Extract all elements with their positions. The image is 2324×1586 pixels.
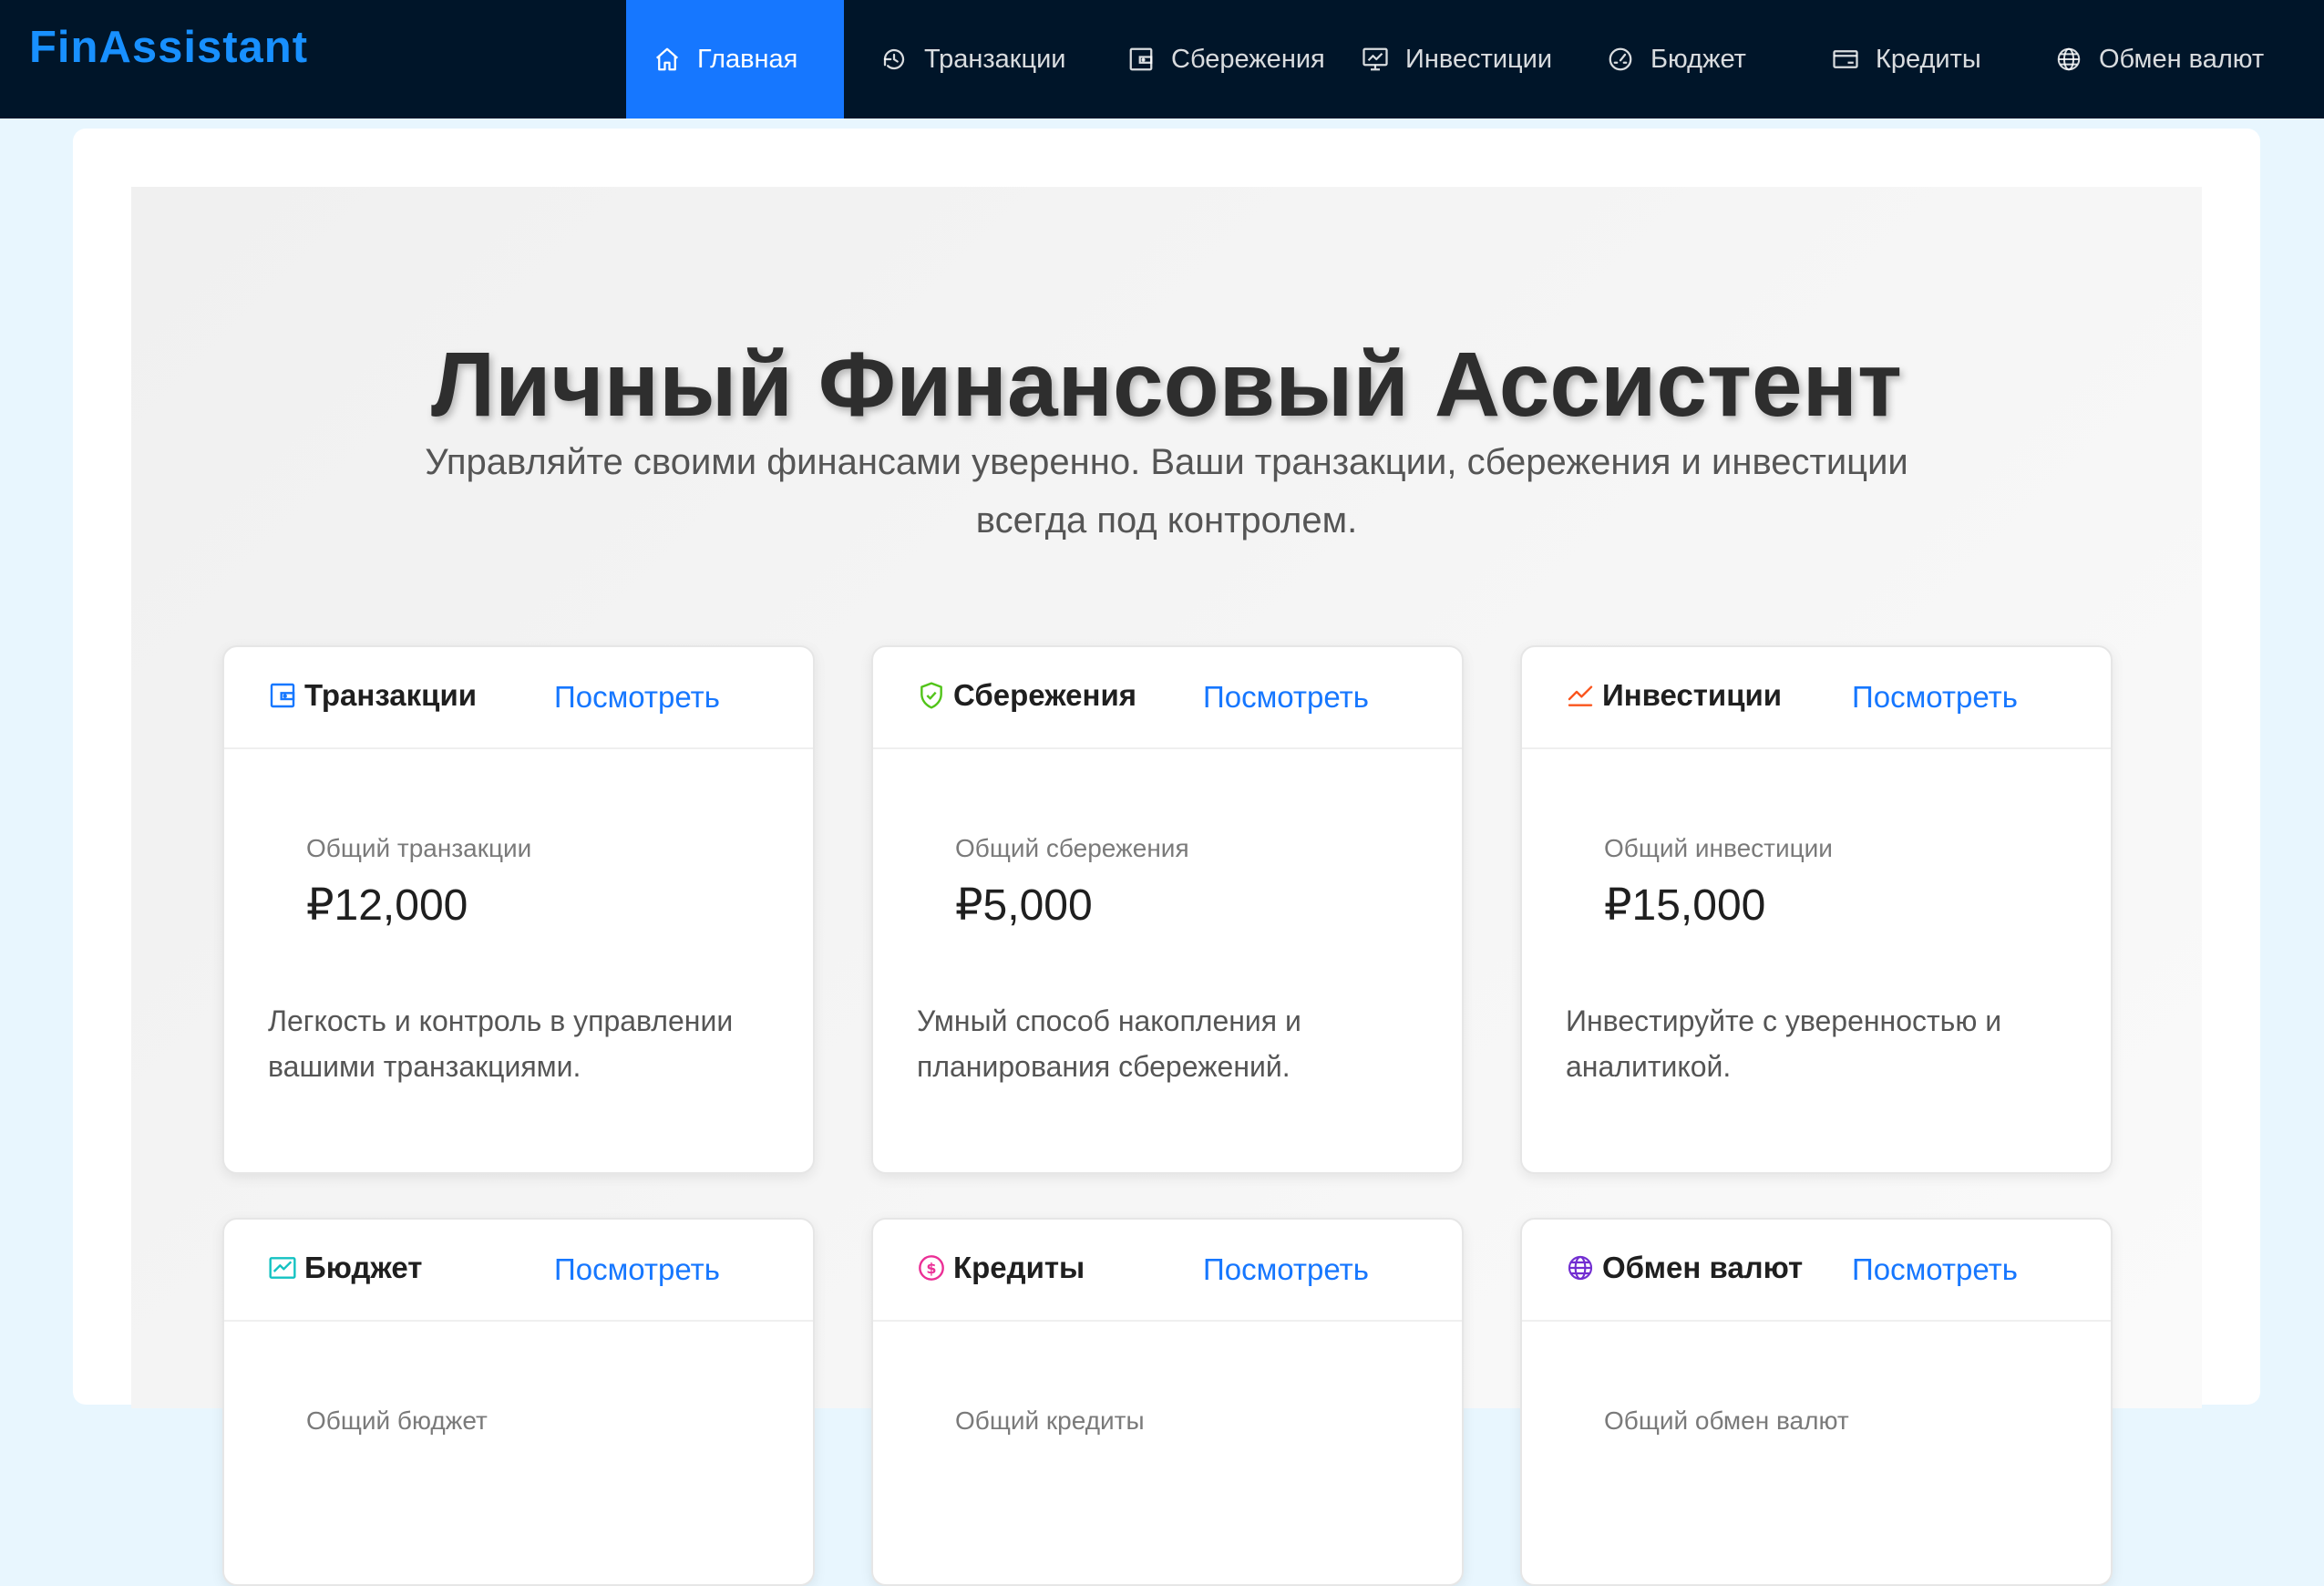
stat-label: Общий бюджет xyxy=(306,1406,488,1435)
stat-value: ₽15,000 xyxy=(1604,881,1766,930)
card-title-text: Бюджет xyxy=(304,1251,423,1284)
card-budget: Бюджет Посмотреть Общий бюджет xyxy=(222,1218,815,1586)
card-title-text: Обмен валют xyxy=(1602,1251,1804,1284)
card-currency-exchange: Обмен валют Посмотреть Общий обмен валют xyxy=(1520,1218,2113,1586)
globe-icon xyxy=(2057,47,2081,71)
dashboard-gauge-icon xyxy=(1609,47,1632,71)
card-credits: $ Кредиты Посмотреть Общий кредиты xyxy=(871,1218,1464,1586)
nav-item-label: Кредиты xyxy=(1876,44,1981,74)
rise-line-icon xyxy=(1568,685,1593,706)
nav-item-budget[interactable]: Бюджет xyxy=(1579,0,1795,118)
card-title: Бюджет xyxy=(268,1251,422,1285)
card-description: Легкость и контроль в управлении вашими … xyxy=(268,1004,734,1083)
card-title-text: Транзакции xyxy=(304,678,478,712)
nav-item-label: Транзакции xyxy=(924,44,1066,74)
card-title: Сбережения xyxy=(917,678,1136,713)
view-transactions-link[interactable]: Посмотреть xyxy=(554,680,720,715)
safety-shield-icon xyxy=(920,682,942,709)
card-title: Обмен валют xyxy=(1566,1251,1803,1285)
view-investments-link[interactable]: Посмотреть xyxy=(1852,680,2018,715)
view-budget-link[interactable]: Посмотреть xyxy=(554,1252,720,1287)
nav-item-transactions[interactable]: Транзакции xyxy=(844,0,1089,118)
card-header: Бюджет Посмотреть xyxy=(224,1220,813,1322)
credit-card-icon xyxy=(1833,50,1858,68)
stat-value: ₽12,000 xyxy=(306,881,468,930)
stat-value: ₽5,000 xyxy=(955,881,1093,930)
view-credits-link[interactable]: Посмотреть xyxy=(1203,1252,1369,1287)
card-header: Транзакции Посмотреть xyxy=(224,647,813,749)
stat-label: Общий транзакции xyxy=(306,834,532,862)
home-icon xyxy=(656,47,678,71)
wallet-icon xyxy=(270,683,295,708)
hero-section: Личный Финансовый Ассистент Управляйте с… xyxy=(131,187,2202,1586)
nav-item-savings[interactable]: Сбережения xyxy=(1089,0,1334,118)
card-header: Обмен валют Посмотреть xyxy=(1522,1220,2111,1322)
wallet-icon xyxy=(1129,47,1153,71)
card-description: Инвестируйте с уверенностью и аналитикой… xyxy=(1566,1004,2002,1083)
page-title: Личный Финансовый Ассистент xyxy=(430,334,1902,436)
nav-item-home[interactable]: Главная xyxy=(626,0,844,118)
stat-label: Общий сбережения xyxy=(955,834,1189,862)
card-title-text: Инвестиции xyxy=(1602,678,1783,712)
dollar-circle-icon: $ xyxy=(919,1255,944,1281)
card-title-text: Кредиты xyxy=(953,1251,1085,1284)
transactions-icon xyxy=(883,48,905,70)
card-transactions: Транзакции Посмотреть Общий транзакции ₽… xyxy=(222,645,815,1174)
nav-item-label: Инвестиции xyxy=(1405,44,1553,74)
main-menu: Главная Транзакции Сбережения Инвестиции… xyxy=(626,0,2272,118)
card-title-text: Сбережения xyxy=(953,678,1136,712)
card-savings: Сбережения Посмотреть Общий сбережения ₽… xyxy=(871,645,1464,1174)
card-title: $ Кредиты xyxy=(917,1251,1085,1285)
nav-item-currency-exchange[interactable]: Обмен валют xyxy=(2017,0,2272,118)
stock-chart-icon xyxy=(269,1257,296,1279)
nav-item-credits[interactable]: Кредиты xyxy=(1795,0,2017,118)
nav-item-label: Бюджет xyxy=(1650,44,1746,74)
card-header: Сбережения Посмотреть xyxy=(873,647,1462,749)
content-container: Личный Финансовый Ассистент Управляйте с… xyxy=(73,129,2260,1586)
stat-label: Общий обмен валют xyxy=(1604,1406,1849,1435)
stat-label: Общий кредиты xyxy=(955,1406,1145,1435)
globe-icon xyxy=(1568,1255,1593,1281)
brand-logo[interactable]: FinAssistant xyxy=(29,22,308,73)
card-title: Инвестиции xyxy=(1566,678,1782,713)
nav-item-investments[interactable]: Инвестиции xyxy=(1334,0,1579,118)
svg-text:$: $ xyxy=(926,1260,936,1277)
card-header: $ Кредиты Посмотреть xyxy=(873,1220,1462,1322)
card-title: Транзакции xyxy=(268,678,477,713)
nav-item-label: Главная xyxy=(697,44,798,74)
card-investments: Инвестиции Посмотреть Общий инвестиции ₽… xyxy=(1520,645,2113,1174)
nav-item-label: Сбережения xyxy=(1171,44,1325,74)
stat-label: Общий инвестиции xyxy=(1604,834,1833,862)
page-subtitle: Управляйте своими финансами уверенно. Ва… xyxy=(425,442,1908,541)
view-currency-exchange-link[interactable]: Посмотреть xyxy=(1852,1252,2018,1287)
card-description: Умный способ накопления и планирования с… xyxy=(917,1004,1301,1083)
card-header: Инвестиции Посмотреть xyxy=(1522,647,2111,749)
nav-item-label: Обмен валют xyxy=(2099,44,2265,74)
view-savings-link[interactable]: Посмотреть xyxy=(1203,680,1369,715)
top-navbar: FinAssistant Главная Транзакции Сбережен… xyxy=(0,0,2324,118)
fund-chart-icon xyxy=(1363,47,1388,71)
